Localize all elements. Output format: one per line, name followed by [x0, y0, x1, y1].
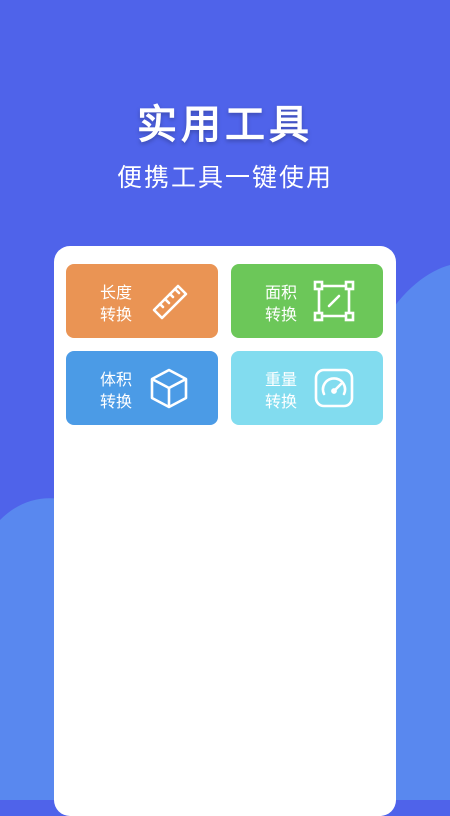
area-frame-icon [313, 280, 355, 322]
scale-gauge-icon [314, 368, 354, 408]
weight-conversion-tile[interactable]: 重量 转换 [231, 351, 383, 425]
length-conversion-tile[interactable]: 长度 转换 [66, 264, 218, 338]
tile-label: 体积 转换 [99, 370, 132, 411]
tile-label: 重量 转换 [264, 370, 297, 411]
tile-label: 面积 转换 [264, 283, 297, 324]
volume-conversion-tile[interactable]: 体积 转换 [66, 351, 218, 425]
page-subtitle: 便携工具一键使用 [116, 163, 333, 192]
tools-card: 长度 转换 面积 转换 体积 转换 重量 转换 [54, 246, 396, 816]
ruler-icon [152, 284, 188, 320]
page-title: 实用工具 [137, 102, 313, 148]
tile-label: 长度 转换 [99, 283, 132, 324]
area-conversion-tile[interactable]: 面积 转换 [231, 264, 383, 338]
cube-icon [150, 368, 188, 409]
